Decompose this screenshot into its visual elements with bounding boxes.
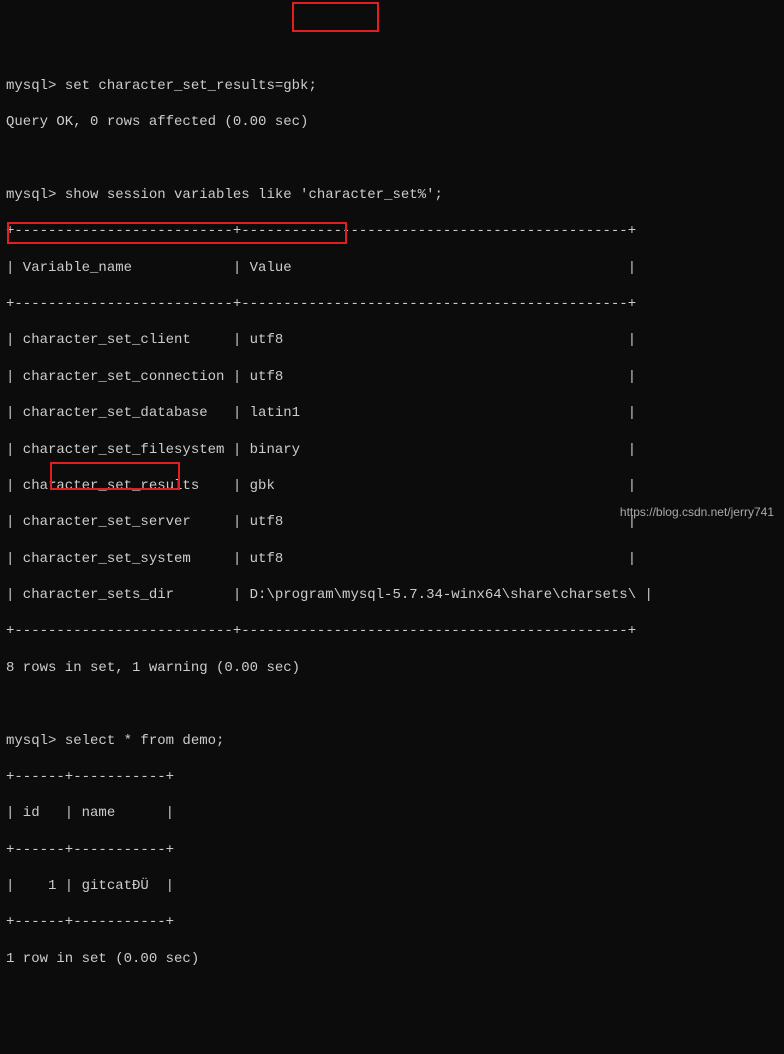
table2-border-mid: +------+-----------+ <box>6 841 778 859</box>
table2-border-bot: +------+-----------+ <box>6 913 778 931</box>
blank <box>6 150 778 168</box>
table1-row: | character_set_system | utf8 | <box>6 550 778 568</box>
table1-border-mid: +--------------------------+------------… <box>6 295 778 313</box>
cmd-line-1: mysql> set character_set_results=gbk; <box>6 77 778 95</box>
prompt: mysql> <box>6 187 65 203</box>
table2-border-top: +------+-----------+ <box>6 768 778 786</box>
table1-row: | character_set_connection | utf8 | <box>6 368 778 386</box>
table1-row: | character_sets_dir | D:\program\mysql-… <box>6 586 778 604</box>
highlight-box-1 <box>292 2 379 32</box>
command-3: select * from demo; <box>65 733 225 749</box>
table1-row: | character_set_client | utf8 | <box>6 331 778 349</box>
command-1: set character_set_results=gbk; <box>65 78 317 94</box>
cmd-line-2: mysql> show session variables like 'char… <box>6 186 778 204</box>
cmd-line-3: mysql> select * from demo; <box>6 732 778 750</box>
table1-row-highlighted: | character_set_results | gbk | <box>6 477 778 495</box>
prompt: mysql> <box>6 733 65 749</box>
blank <box>6 695 778 713</box>
table1-row: | character_set_database | latin1 | <box>6 404 778 422</box>
table2-header: | id | name | <box>6 804 778 822</box>
watermark: https://blog.csdn.net/jerry741 <box>620 505 774 521</box>
table1-border-top: +--------------------------+------------… <box>6 222 778 240</box>
response-2: 8 rows in set, 1 warning (0.00 sec) <box>6 659 778 677</box>
command-2: show session variables like 'character_s… <box>65 187 443 203</box>
table1-header: | Variable_name | Value | <box>6 259 778 277</box>
table1-border-bot: +--------------------------+------------… <box>6 622 778 640</box>
table2-row: | 1 | gitcatÐÜ | <box>6 877 778 895</box>
prompt: mysql> <box>6 78 65 94</box>
table1-row: | character_set_filesystem | binary | <box>6 441 778 459</box>
response-1: Query OK, 0 rows affected (0.00 sec) <box>6 113 778 131</box>
response-3: 1 row in set (0.00 sec) <box>6 950 778 968</box>
